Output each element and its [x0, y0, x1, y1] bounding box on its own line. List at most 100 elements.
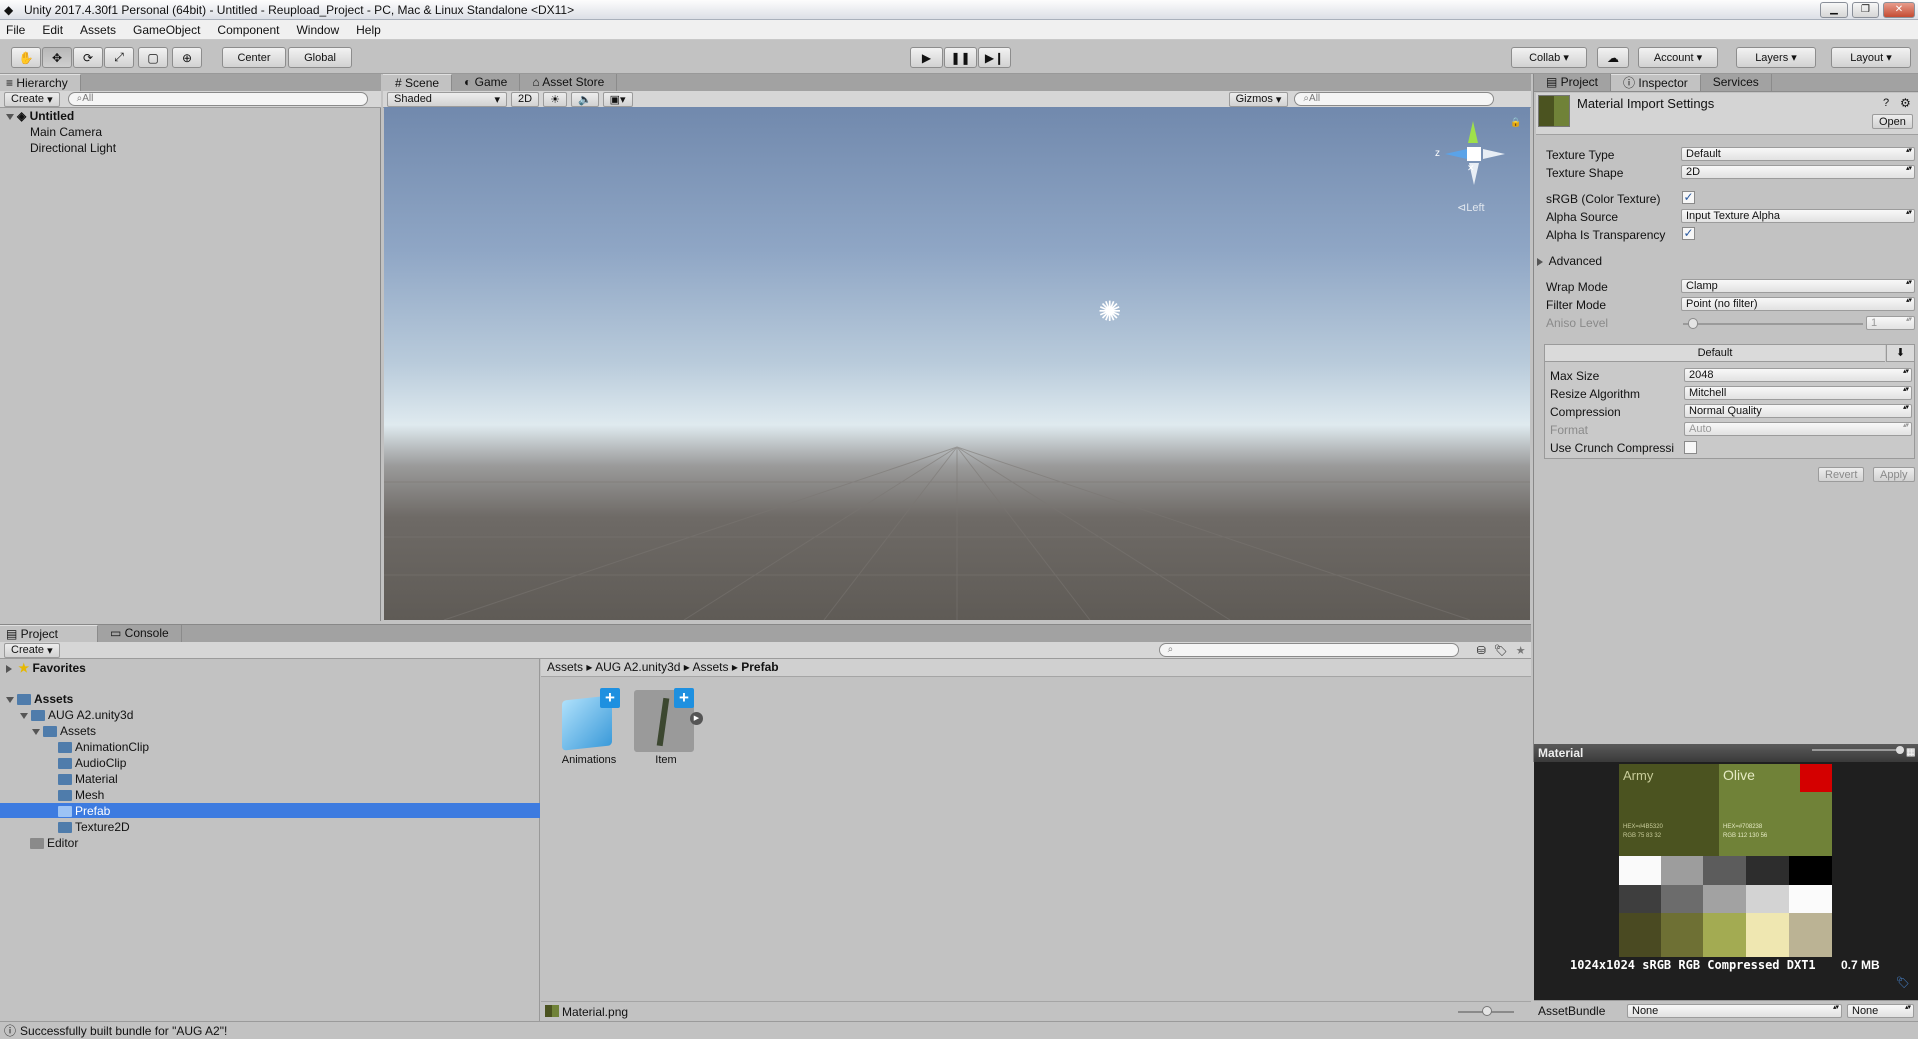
tree-item-editor[interactable]: Editor [30, 836, 78, 850]
alpha-toggle-icon[interactable]: ▦ [1906, 744, 1915, 762]
tree-item-animationclip[interactable]: AnimationClip [58, 740, 149, 754]
mip-slider-track[interactable] [1812, 749, 1902, 751]
crunch-checkbox[interactable]: ✓ [1684, 441, 1697, 454]
platform-default-tab[interactable]: Default [1545, 345, 1885, 362]
apply-button[interactable]: Apply [1873, 467, 1915, 482]
gizmo-lock-icon[interactable]: 🔒 [1510, 117, 1521, 128]
max-size-dropdown[interactable]: 2048 [1684, 368, 1912, 382]
tab-console[interactable]: ▭ Console [98, 625, 182, 642]
tree-item-assets[interactable]: Assets [32, 724, 96, 738]
gizmo-z-axis-icon[interactable] [1445, 149, 1467, 159]
filter-by-label-icon[interactable]: 🏷 [1494, 644, 1508, 657]
aniso-slider-track[interactable] [1683, 323, 1863, 325]
open-button[interactable]: Open [1872, 114, 1913, 129]
expand-arrow-icon[interactable] [6, 113, 14, 120]
status-message[interactable]: Successfully built bundle for "AUG A2"! [20, 1024, 227, 1038]
tab-project[interactable]: ▤ Project [0, 625, 98, 642]
rotate-tool-icon[interactable]: ⟳ [73, 47, 103, 68]
gizmos-dropdown[interactable]: Gizmos ▾ [1228, 91, 1289, 107]
filter-mode-dropdown[interactable]: Point (no filter) [1681, 297, 1915, 311]
gizmo-view-label[interactable]: ⊲Left [1457, 201, 1485, 214]
tag-icon[interactable]: 🏷 [1896, 976, 1910, 989]
foldout-arrow-icon[interactable] [20, 712, 28, 719]
help-icon[interactable]: ? [1883, 97, 1889, 109]
scene-search-input[interactable]: ⌕All [1294, 92, 1495, 106]
tab-hierarchy[interactable]: ≡ Hierarchy [0, 74, 81, 91]
assetbundle-dropdown[interactable]: None [1627, 1004, 1842, 1018]
assets-root-item[interactable]: Assets [6, 692, 73, 706]
tab-services[interactable]: Services [1701, 74, 1772, 91]
cloud-icon[interactable]: ☁ [1597, 47, 1629, 68]
pivot-center-button[interactable]: Center [222, 47, 286, 68]
revert-button[interactable]: Revert [1818, 467, 1865, 482]
maximize-button[interactable]: ❐ [1852, 2, 1879, 18]
menu-component[interactable]: Component [217, 23, 279, 37]
foldout-arrow-icon[interactable] [1537, 257, 1543, 266]
layout-dropdown[interactable]: Layout ▾ [1831, 47, 1911, 68]
menu-gameobject[interactable]: GameObject [133, 23, 200, 37]
alpha-source-dropdown[interactable]: Input Texture Alpha [1681, 209, 1915, 223]
foldout-arrow-icon[interactable] [6, 664, 12, 673]
shading-mode-dropdown[interactable]: Shaded ▾ [387, 91, 507, 107]
transform-tool-icon[interactable]: ⊕ [172, 47, 202, 68]
breadcrumb-item[interactable]: AUG A2.unity3d [595, 660, 680, 674]
effects-dropdown-icon[interactable]: ▣▾ [602, 91, 633, 107]
tab-asset-store[interactable]: ⌂ Asset Store [520, 74, 618, 91]
close-button[interactable]: ✕ [1883, 2, 1915, 18]
compression-dropdown[interactable]: Normal Quality [1684, 404, 1912, 418]
collab-dropdown[interactable]: Collab ▾ [1511, 47, 1587, 68]
breadcrumb-item[interactable]: Assets [547, 660, 583, 674]
breadcrumb-item[interactable]: Assets [693, 660, 729, 674]
expand-prefab-icon[interactable]: ▶ [690, 712, 703, 725]
scale-tool-icon[interactable]: ⤢ [104, 47, 134, 68]
wrap-mode-dropdown[interactable]: Clamp [1681, 279, 1915, 293]
format-dropdown[interactable]: Auto [1684, 422, 1912, 436]
menu-assets[interactable]: Assets [80, 23, 116, 37]
hierarchy-item[interactable]: Directional Light [30, 141, 116, 155]
icon-size-slider-handle[interactable] [1482, 1006, 1492, 1016]
gizmo-center-icon[interactable] [1467, 147, 1481, 161]
aniso-value-field[interactable]: 1 [1866, 316, 1915, 330]
lighting-toggle-icon[interactable]: ☀ [543, 91, 567, 107]
pause-button[interactable]: ❚❚ [944, 47, 977, 68]
tab-project-top[interactable]: ▤ Project [1534, 74, 1612, 91]
account-dropdown[interactable]: Account ▾ [1638, 47, 1718, 68]
favorites-item[interactable]: ★ Favorites [6, 661, 86, 675]
global-space-button[interactable]: Global [288, 47, 352, 68]
tree-item-material[interactable]: Material [58, 772, 118, 786]
tab-scene[interactable]: # Scene [383, 74, 453, 91]
tree-item-aug[interactable]: AUG A2.unity3d [20, 708, 133, 722]
tree-item-mesh[interactable]: Mesh [58, 788, 104, 802]
step-button[interactable]: ▶❙ [978, 47, 1011, 68]
sun-icon[interactable]: ✺ [1098, 298, 1121, 326]
menu-window[interactable]: Window [296, 23, 339, 37]
texture-shape-dropdown[interactable]: 2D [1681, 165, 1915, 179]
menu-edit[interactable]: Edit [42, 23, 63, 37]
project-search-input[interactable]: ⌕ [1158, 643, 1459, 657]
asset-animations[interactable]: + Animations [555, 688, 623, 768]
tree-item-prefab[interactable]: Prefab [58, 804, 110, 818]
breadcrumb-item-current[interactable]: Prefab [741, 660, 778, 674]
move-tool-icon[interactable]: ✥ [42, 47, 72, 68]
minimize-button[interactable]: ▁ [1820, 2, 1848, 18]
texture-type-dropdown[interactable]: Default [1681, 147, 1915, 161]
scene-viewport[interactable]: ✺ z ✕ ⊲Left 🔒 [384, 107, 1530, 620]
rect-tool-icon[interactable]: ▢ [138, 47, 168, 68]
resize-algorithm-dropdown[interactable]: Mitchell [1684, 386, 1912, 400]
hand-tool-icon[interactable]: ✋ [11, 47, 41, 68]
aniso-slider-handle[interactable] [1688, 318, 1698, 329]
orientation-gizmo[interactable]: z ✕ [1433, 119, 1513, 199]
hierarchy-create-button[interactable]: Create ▾ [4, 91, 60, 107]
favorites-star-icon[interactable]: ★ [1516, 644, 1526, 657]
hierarchy-item[interactable]: Main Camera [30, 125, 102, 139]
tree-item-audioclip[interactable]: AudioClip [58, 756, 126, 770]
alpha-transparency-checkbox[interactable]: ✓ [1682, 227, 1695, 240]
project-create-button[interactable]: Create ▾ [4, 642, 60, 658]
gear-icon[interactable]: ⚙ [1900, 96, 1911, 110]
gizmo-x-axis-icon[interactable] [1483, 149, 1505, 159]
mode-2d-toggle[interactable]: 2D [511, 91, 540, 107]
gizmo-y-axis-icon[interactable] [1468, 121, 1478, 143]
tab-inspector[interactable]: ⓘ Inspector [1611, 74, 1701, 91]
variant-dropdown[interactable]: None [1847, 1004, 1914, 1018]
menu-help[interactable]: Help [356, 23, 381, 37]
